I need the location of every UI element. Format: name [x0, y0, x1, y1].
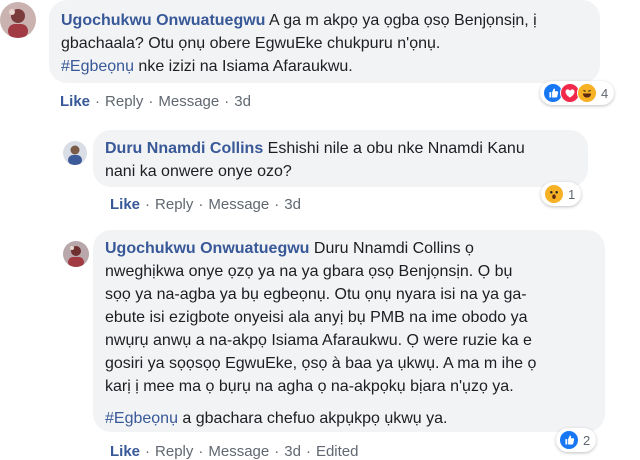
comment-text: nke izizi na Isiama Afaraukwu.: [133, 58, 353, 75]
timestamp[interactable]: 3d: [284, 443, 301, 460]
comment-bubble: Ugochukwu Onwuatuegwu Duru Nnamdi Collin…: [93, 230, 605, 432]
reactions-summary[interactable]: 2: [556, 428, 597, 452]
comment-bubble: Ugochukwu Onwuatuegwu A ga m akpọ ya ọgb…: [49, 0, 600, 83]
like-link[interactable]: Like: [110, 196, 140, 213]
like-link[interactable]: Like: [60, 93, 90, 110]
avatar[interactable]: [63, 241, 89, 267]
comment-author[interactable]: Duru Nnamdi Collins: [105, 140, 263, 157]
separator-dot: ·: [224, 93, 230, 110]
comment-text: nani ka onwere onye ozo?: [105, 163, 292, 180]
reactions-summary[interactable]: 1: [541, 182, 582, 206]
edited-label[interactable]: Edited: [316, 443, 359, 460]
separator-dot: ·: [305, 443, 311, 460]
reaction-count: 2: [583, 432, 591, 448]
reply-link[interactable]: Reply: [105, 93, 143, 110]
comment-text: gosiri ya sọọsọọ EgwuEke, ọsọ à baa ya ụ…: [105, 355, 537, 372]
comment-text: A ga m akpọ ya ọgba ọsọ Benjọnsịn, ị: [269, 12, 537, 29]
comment-text: Duru Nnamdi Collins ọ: [309, 240, 474, 257]
reaction-count: 4: [601, 85, 609, 101]
message-link[interactable]: Message: [208, 443, 269, 460]
separator-dot: ·: [198, 196, 204, 213]
message-link[interactable]: Message: [208, 196, 269, 213]
hashtag-link[interactable]: #Egbeọnụ: [61, 58, 134, 75]
haha-icon: [577, 83, 597, 103]
reactions-summary[interactable]: 4: [540, 81, 615, 105]
separator-dot: ·: [274, 443, 280, 460]
separator-dot: ·: [148, 93, 154, 110]
separator-dot: ·: [145, 196, 151, 213]
separator-dot: ·: [95, 93, 101, 110]
reply-link[interactable]: Reply: [155, 196, 193, 213]
message-link[interactable]: Message: [158, 93, 219, 110]
comment-text: karị ị mee ma ọ bụrụ na agha ọ na-akpọkụ…: [105, 378, 514, 395]
comment-text: Eshishi nile a obu nke Nnamdi Kanu: [263, 140, 525, 157]
avatar[interactable]: [0, 2, 36, 38]
comment-text: ebute isi ezigbote onyeisi ala anyị bụ P…: [105, 309, 528, 326]
timestamp[interactable]: 3d: [284, 196, 301, 213]
comment-author[interactable]: Ugochukwu Onwuatuegwu: [105, 240, 309, 257]
timestamp[interactable]: 3d: [234, 93, 251, 110]
comment-text: gbachaala? Otu ọnụ obere EgwuEke chukpur…: [61, 35, 441, 52]
comment-actions: Like · Reply · Message · 3d: [110, 196, 301, 213]
comment-text: nweghịkwa onye ọzọ ya na ya gbara ọsọ Be…: [105, 263, 513, 280]
like-icon: [559, 430, 579, 450]
comment-actions: Like · Reply · Message · 3d: [60, 93, 251, 110]
comment-actions: Like · Reply · Message · 3d · Edited: [110, 443, 358, 460]
comment-bubble: Duru Nnamdi Collins Eshishi nile a obu n…: [93, 130, 588, 187]
reply-link[interactable]: Reply: [155, 443, 193, 460]
avatar[interactable]: [63, 141, 87, 165]
reaction-count: 1: [568, 186, 576, 202]
comment-author[interactable]: Ugochukwu Onwuatuegwu: [61, 12, 265, 29]
separator-dot: ·: [198, 443, 204, 460]
like-link[interactable]: Like: [110, 443, 140, 460]
separator-dot: ·: [145, 443, 151, 460]
comment-text: sọọ ya na-agba ya bụ egbeọnụ. Otu ọnụ ny…: [105, 286, 527, 303]
comment-text: nwụrụ anwụ a na-akpọ Isiama Afaraukwu. Ọ…: [105, 332, 532, 349]
comment-text: a gbachara chefuo akpụkpọ ụkwụ ya.: [177, 410, 448, 427]
wow-icon: [544, 184, 564, 204]
hashtag-link[interactable]: #Egbeọnụ: [105, 410, 178, 427]
separator-dot: ·: [274, 196, 280, 213]
